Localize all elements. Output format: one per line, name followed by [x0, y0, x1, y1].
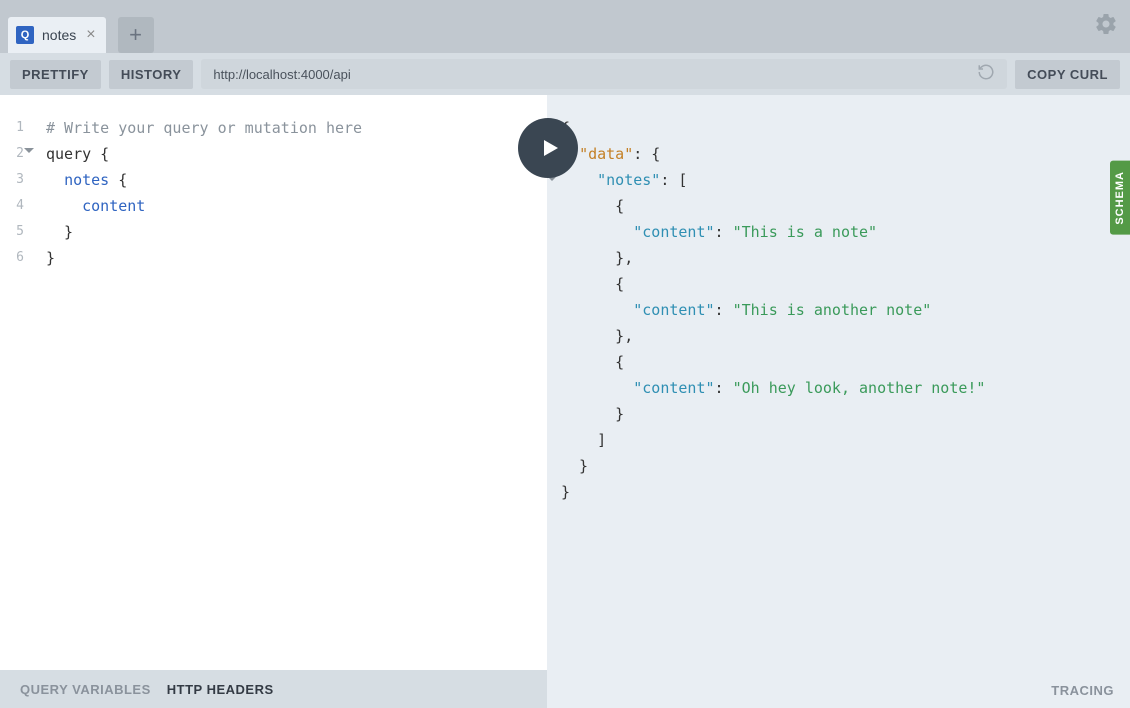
close-icon[interactable]: ×	[86, 26, 95, 44]
plus-icon: +	[129, 22, 142, 48]
query-editor-pane: 1 2 3 4 5 6 # Write your query or mutati…	[0, 95, 547, 708]
tab-query-variables[interactable]: QUERY VARIABLES	[20, 682, 151, 697]
result-pane: { "data": { "notes": [ { "content": "Thi…	[547, 95, 1130, 708]
result-line: "content": "Oh hey look, another note!"	[561, 375, 1130, 401]
tab-tracing[interactable]: TRACING	[1051, 683, 1114, 698]
tab-badge: Q	[16, 26, 34, 44]
code-line: notes {	[46, 167, 362, 193]
chevron-down-icon[interactable]	[24, 148, 34, 153]
result-line: {	[561, 271, 1130, 297]
add-tab-button[interactable]: +	[118, 17, 154, 53]
code-line: content	[46, 193, 362, 219]
toolbar: PRETTIFY HISTORY COPY CURL	[0, 53, 1130, 95]
url-bar	[201, 59, 1007, 89]
line-number: 5	[0, 219, 24, 245]
line-number: 6	[0, 245, 24, 271]
code-line: # Write your query or mutation here	[46, 115, 362, 141]
code-content: # Write your query or mutation here quer…	[32, 115, 362, 670]
result-line: },	[561, 323, 1130, 349]
tab-label: notes	[42, 27, 76, 43]
result-line: }	[561, 479, 1130, 505]
settings-button[interactable]	[1094, 12, 1118, 41]
copy-curl-button[interactable]: COPY CURL	[1015, 60, 1120, 89]
line-number: 2	[0, 141, 24, 167]
result-line: }	[561, 453, 1130, 479]
result-line: },	[561, 245, 1130, 271]
line-number: 1	[0, 115, 24, 141]
query-editor[interactable]: 1 2 3 4 5 6 # Write your query or mutati…	[0, 95, 547, 670]
run-query-button[interactable]	[518, 118, 578, 178]
result-line: }	[561, 401, 1130, 427]
result-line: {	[561, 193, 1130, 219]
main-area: 1 2 3 4 5 6 # Write your query or mutati…	[0, 95, 1130, 708]
code-line: }	[46, 219, 362, 245]
result-line: {	[561, 349, 1130, 375]
tab-notes[interactable]: Q notes ×	[8, 17, 106, 53]
result-viewer[interactable]: { "data": { "notes": [ { "content": "Thi…	[547, 95, 1130, 708]
result-line: "notes": [	[561, 167, 1130, 193]
line-number: 4	[0, 193, 24, 219]
result-line: {	[561, 115, 1130, 141]
gear-icon	[1094, 12, 1118, 36]
result-line: ]	[561, 427, 1130, 453]
line-number: 3	[0, 167, 24, 193]
prettify-button[interactable]: PRETTIFY	[10, 60, 101, 89]
result-line: "content": "This is another note"	[561, 297, 1130, 323]
result-line: "content": "This is a note"	[561, 219, 1130, 245]
schema-panel-button[interactable]: SCHEMA	[1110, 161, 1130, 235]
editor-bottom-tabs: QUERY VARIABLES HTTP HEADERS	[0, 670, 547, 708]
code-line: query {	[46, 141, 362, 167]
reload-icon[interactable]	[977, 63, 995, 86]
endpoint-input[interactable]	[213, 67, 977, 82]
code-line: }	[46, 245, 362, 271]
history-button[interactable]: HISTORY	[109, 60, 194, 89]
tab-http-headers[interactable]: HTTP HEADERS	[167, 682, 274, 697]
line-gutter: 1 2 3 4 5 6	[0, 115, 32, 670]
play-icon	[538, 136, 562, 160]
result-line: "data": {	[561, 141, 1130, 167]
tabs-bar: Q notes × +	[0, 0, 1130, 53]
